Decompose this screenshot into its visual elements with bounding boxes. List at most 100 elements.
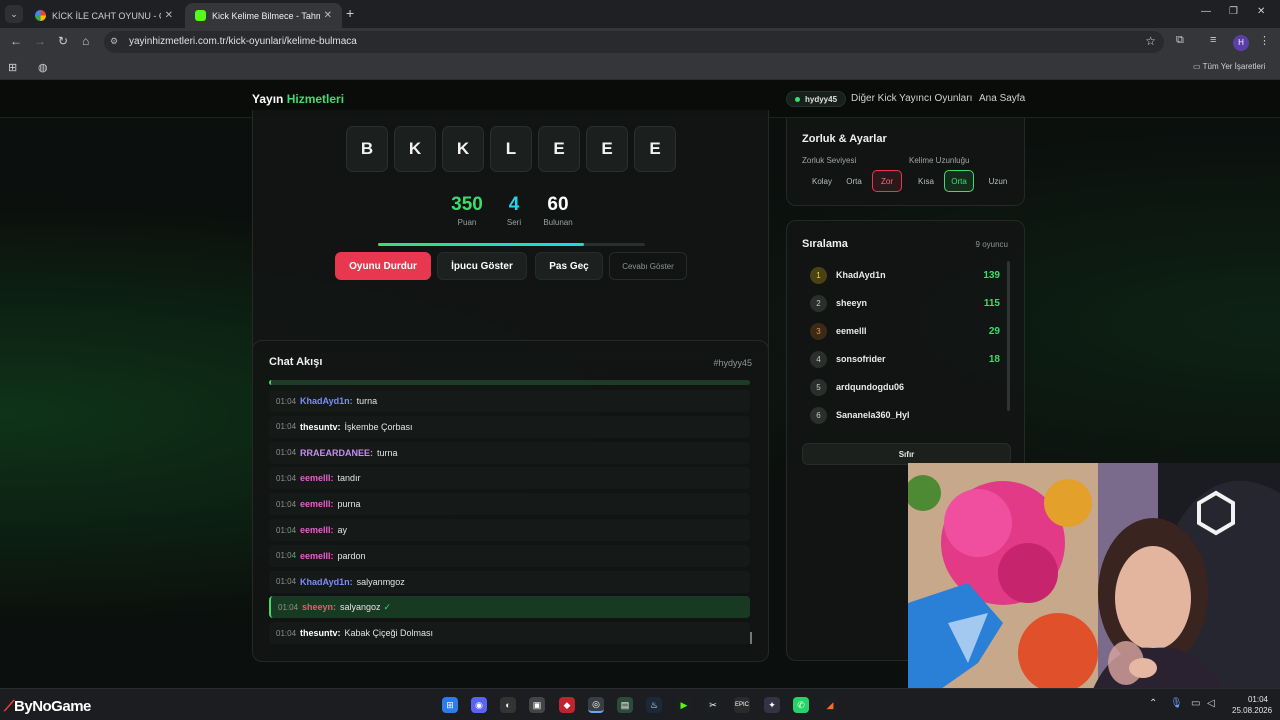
globe-icon[interactable]: ◍ [38,61,48,74]
length-label: Kelime Uzunluğu [909,156,970,165]
chat-message: 01:04 KhadAyd1n: salyanmgoz [269,570,750,593]
microphone-icon[interactable]: 🎙 [1170,698,1183,709]
system-clock[interactable]: 01:04 25.08.2026 [1232,694,1273,716]
nav-other-games[interactable]: Diğer Kick Yayıncı Oyunları [851,93,972,104]
steam-icon[interactable]: ♨ [646,697,662,713]
stop-game-button[interactable]: Oyunu Durdur [335,252,431,280]
length-long[interactable]: Uzun [981,170,1015,192]
nav-home[interactable]: Ana Sayfa [979,93,1025,104]
settings-app-icon[interactable]: ✦ [764,697,780,713]
profile-avatar[interactable]: H [1233,35,1249,51]
player-count: 9 oyuncu [975,240,1008,249]
clock-time: 01:04 [1247,695,1268,704]
rank-player-name: sheeyn [836,298,868,308]
rank-number: 1 [810,266,827,284]
start-menu-icon[interactable]: ⊞ [442,697,458,713]
tray-overflow-icon[interactable]: ⌃ [1149,698,1157,709]
skip-button[interactable]: Pas Geç [535,252,603,280]
tab-search-icon[interactable]: ⌄ [5,5,23,23]
restore-icon[interactable]: ❐ [1229,6,1238,17]
chat-username: KhadAyd1n: [300,576,353,587]
all-bookmarks-link[interactable]: ▭ Tüm Yer İşaretleri [1193,62,1265,71]
chrome-icon[interactable]: ◎ [588,697,604,713]
rank-score: 29 [988,325,1000,337]
difficulty-medium[interactable]: Orta [839,170,869,192]
tab-kick-chat-game[interactable]: KİCK İLE CAHT OYUNU - Google ✕ [25,3,183,28]
chat-username: eemelll: [300,550,334,561]
difficulty-easy[interactable]: Kolay [805,170,839,192]
epic-games-icon[interactable]: EPIC [734,697,750,713]
ranking-title: Sıralama [802,238,848,250]
bookmark-star-icon[interactable]: ☆ [1145,34,1156,48]
whatsapp-icon[interactable]: ✆ [793,697,809,713]
rank-score: 115 [983,297,1000,309]
reset-ranking-button[interactable]: Sıfır [802,443,1011,465]
chat-username: RRAEARDANEE: [300,447,374,458]
store-icon[interactable]: ▣ [529,697,545,713]
user-badge[interactable]: hydyy45 [786,91,847,107]
chat-message: 01:04 eemelll: tandır [269,467,750,490]
difficulty-label: Zorluk Seviyesi [802,156,857,165]
ranking-row: 3 eemelll 29 [802,319,1002,343]
site-info-icon[interactable]: ⚙ [110,36,118,47]
tab-title: Kick Kelime Bilmece - Tahmin O [212,10,320,21]
bynogame-watermark: ⟋ByNoGame [4,698,91,715]
streamer-webcam-overlay [908,463,1280,688]
stat-value: 60 [547,194,569,215]
rank-number: 4 [810,350,827,368]
new-tab-icon[interactable]: + [346,5,354,21]
kick-app-icon[interactable]: ▶ [676,697,692,713]
browser-menu-icon[interactable]: ⋮ [1259,34,1270,47]
ranking-scrollbar[interactable] [1007,261,1010,411]
streaming-app-icon[interactable]: ◢ [822,697,838,713]
show-hint-button[interactable]: İpucu Göster [437,252,527,280]
reload-icon[interactable]: ↻ [58,34,68,48]
address-bar[interactable]: ⚙ yayinhizmetleri.com.tr/kick-oyunlari/k… [104,31,1164,53]
media-controls-icon[interactable]: ≡ [1210,34,1216,46]
chat-scroll-top [269,380,750,385]
extensions-icon[interactable]: ⧉ [1176,34,1184,47]
network-icon[interactable]: ▭ [1191,698,1200,709]
chat-timestamp: 01:04 [276,396,297,406]
username: hydyy45 [805,94,838,104]
forward-icon[interactable]: → [34,34,46,48]
discord-icon[interactable]: ◉ [471,697,487,713]
chat-text: pardon [337,550,366,561]
home-icon[interactable]: ⌂ [82,34,89,48]
chat-message: 01:04 KhadAyd1n: turna [269,390,750,412]
chat-text: turna [377,447,398,458]
close-window-icon[interactable]: ✕ [1257,6,1265,17]
ranking-row: 4 sonsofrider 18 [802,347,1002,371]
length-medium[interactable]: Orta [944,170,974,192]
google-icon [35,10,46,21]
capcut-icon[interactable]: ✂ [705,697,721,713]
apps-grid-icon[interactable]: ⊞ [8,61,17,74]
clock-date: 25.08.2026 [1232,706,1273,715]
ea-app-icon[interactable]: ◐ [500,697,516,713]
site-logo[interactable]: Yayın Hizmetleri [252,92,344,106]
chat-timestamp: 01:04 [276,551,297,561]
file-app-icon[interactable]: ▤ [617,697,633,713]
back-icon[interactable]: ← [10,34,22,48]
chat-username: KhadAyd1n: [300,396,353,406]
close-tab-icon[interactable]: ✕ [324,10,332,21]
length-short[interactable]: Kısa [910,170,942,192]
rank-player-name: ardqundogdu06 [836,382,904,392]
chat-username: eemelll: [300,473,334,484]
rank-player-name: sonsofrider [836,354,886,364]
letter-tile: E [538,126,580,172]
app-icon-red[interactable]: ◆ [559,697,575,713]
url-text[interactable]: yayinhizmetleri.com.tr/kick-oyunlari/kel… [129,36,357,47]
letter-tile: E [586,126,628,172]
chat-username: eemelll: [300,499,334,510]
difficulty-hard[interactable]: Zor [872,170,902,192]
minimize-icon[interactable]: — [1201,6,1211,17]
chat-scrollbar[interactable] [750,632,752,644]
reveal-answer-button[interactable]: Cevabı Göster [609,252,687,280]
tab-kick-word-game[interactable]: Kick Kelime Bilmece - Tahmin O ✕ [185,3,342,28]
volume-icon[interactable]: ◁ [1207,698,1215,709]
close-tab-icon[interactable]: ✕ [165,10,173,21]
chat-username: thesuntv: [300,628,341,639]
chat-text: Kabak Çiçeği Dolması [344,628,434,639]
kick-icon [195,10,206,21]
